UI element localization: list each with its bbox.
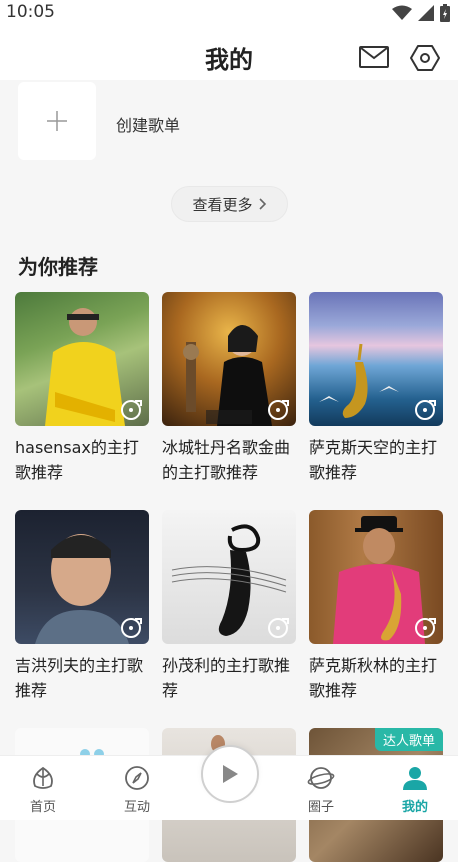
create-playlist-label[interactable]: 创建歌单 — [116, 112, 180, 136]
playlist-card[interactable]: 吉洪列夫的主打歌推荐 — [15, 510, 149, 703]
page-title: 我的 — [205, 46, 253, 74]
battery-icon — [440, 4, 450, 22]
view-more-label: 查看更多 — [192, 195, 253, 214]
tab-circle[interactable]: 圈子 — [291, 764, 351, 815]
header: 我的 — [0, 26, 458, 80]
playlist-cover — [162, 292, 296, 426]
music-disc-icon — [268, 618, 289, 638]
playlist-card[interactable]: 孙茂利的主打歌推荐 — [162, 510, 296, 703]
tab-interact-label: 互动 — [123, 800, 150, 815]
playlist-card[interactable]: 萨克斯天空的主打歌推荐 — [309, 292, 443, 485]
playlist-card[interactable]: hasensax的主打歌推荐 — [15, 292, 149, 485]
play-icon — [223, 765, 238, 783]
playlist-cover — [15, 292, 149, 426]
wifi-icon — [392, 5, 412, 20]
mail-icon[interactable] — [359, 46, 389, 68]
playlist-name: 孙茂利的主打歌推荐 — [162, 656, 291, 700]
status-time: 10:05 — [6, 2, 55, 22]
music-disc-icon — [121, 618, 142, 638]
tab-home-label: 首页 — [29, 800, 56, 815]
tab-interact[interactable]: 互动 — [107, 764, 167, 815]
chevron-right-icon — [258, 198, 266, 210]
tab-mine[interactable]: 我的 — [385, 764, 445, 815]
recommend-section-title: 为你推荐 — [18, 255, 98, 279]
playlist-name: 萨克斯秋林的主打歌推荐 — [309, 656, 438, 700]
settings-icon[interactable] — [410, 44, 440, 72]
create-playlist-button[interactable] — [18, 82, 96, 160]
play-button[interactable] — [201, 745, 259, 803]
status-bar: 10:05 — [0, 0, 458, 26]
music-disc-icon — [415, 618, 436, 638]
playlist-card[interactable]: 冰城牡丹名歌金曲的主打歌推荐 — [162, 292, 296, 485]
tab-mine-label: 我的 — [401, 800, 428, 815]
playlist-cover — [309, 510, 443, 644]
playlist-name: hasensax的主打歌推荐 — [15, 438, 139, 482]
profile-icon — [403, 767, 427, 790]
plus-icon — [47, 111, 67, 131]
playlist-name: 吉洪列夫的主打歌推荐 — [15, 656, 144, 700]
playlist-cover — [15, 510, 149, 644]
playlist-name: 冰城牡丹名歌金曲的主打歌推荐 — [162, 438, 291, 482]
tab-home[interactable]: 首页 — [13, 764, 73, 815]
music-disc-icon — [415, 400, 436, 420]
home-icon — [33, 766, 53, 789]
tab-circle-label: 圈子 — [307, 800, 334, 815]
music-disc-icon — [121, 400, 142, 420]
playlist-cover — [309, 292, 443, 426]
compass-icon — [125, 766, 149, 790]
playlist-cover — [162, 510, 296, 644]
playlist-name: 萨克斯天空的主打歌推荐 — [309, 438, 438, 482]
playlist-card[interactable]: 萨克斯秋林的主打歌推荐 — [309, 510, 443, 703]
view-more-button[interactable]: 查看更多 — [171, 186, 288, 222]
signal-icon — [418, 5, 434, 21]
expert-playlist-badge: 达人歌单 — [374, 728, 443, 751]
status-icons — [392, 4, 450, 22]
planet-icon — [307, 767, 335, 789]
music-disc-icon — [268, 400, 289, 420]
